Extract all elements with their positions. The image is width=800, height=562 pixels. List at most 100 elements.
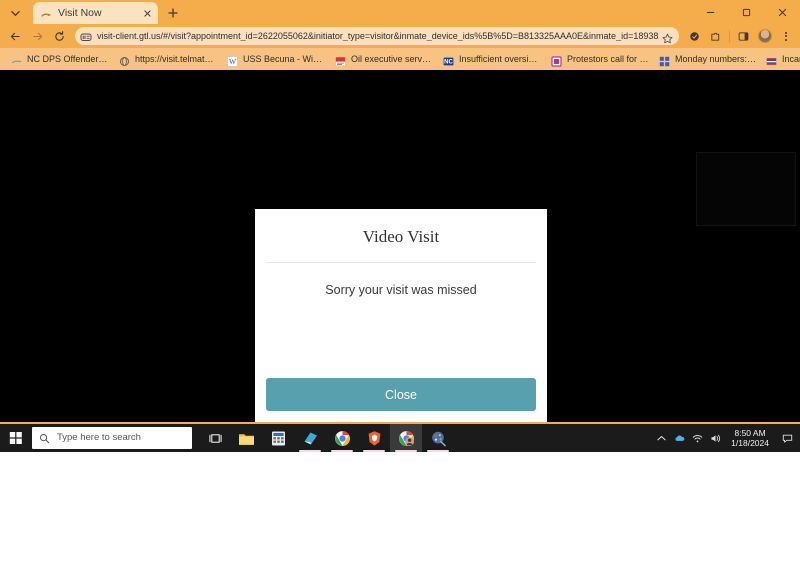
reload-button[interactable] [48, 26, 70, 46]
dialog-message: Sorry your visit was missed [325, 283, 477, 297]
taskbar-app-brave-browser[interactable] [358, 424, 390, 452]
svg-text:W: W [229, 57, 237, 66]
window-maximize-button[interactable] [728, 0, 764, 24]
side-panel-button[interactable] [733, 26, 754, 46]
chevron-down-icon [10, 10, 20, 16]
bookmark-label: Incarceration & Ree… [782, 54, 800, 64]
taskbar-app-calculator[interactable] [262, 424, 294, 452]
close-icon [143, 9, 151, 17]
chrome-menu-button[interactable] [775, 26, 796, 46]
wifi-icon [692, 434, 702, 442]
bookmark-item[interactable]: NC DPS Offender P… [6, 51, 114, 68]
notifications-button[interactable] [776, 424, 798, 452]
browser-window: Visit Now visit-client.gtl.us/#/visit?ap… [0, 0, 800, 452]
dialog-footer: Close [255, 378, 547, 422]
window-minimize-button[interactable] [692, 0, 728, 24]
bookmark-star-icon[interactable] [662, 31, 673, 43]
avatar [757, 29, 772, 43]
link-favicon [11, 54, 22, 65]
close-button[interactable]: Close [266, 378, 536, 411]
bookmark-item[interactable]: Monday numbers:… [654, 51, 761, 68]
side-panel-icon [738, 31, 749, 41]
paint-3d-icon [430, 430, 447, 447]
network-icon[interactable] [688, 424, 706, 452]
sticky-notes-icon [302, 430, 319, 447]
article-favicon [551, 54, 562, 67]
chrome-icon [334, 430, 351, 447]
speaker-icon [711, 434, 720, 442]
taskbar-app-chrome-profile[interactable] [390, 424, 422, 452]
bookmark-label: Oil executive served… [351, 54, 433, 64]
bookmark-item[interactable]: NC Insufficient oversigh… [438, 51, 546, 68]
nc-favicon: NC [443, 54, 454, 65]
taskbar-app-sticky-notes[interactable] [294, 424, 326, 452]
bookmarks-bar: NC DPS Offender P… https://visit.telmate… [0, 48, 800, 70]
clock[interactable]: 8:50 AM 1/18/2024 [724, 428, 776, 448]
arrow-right-icon [32, 32, 42, 40]
taskbar-app-paint-3d[interactable] [422, 424, 454, 452]
bookmark-label: https://visit.telmate… [135, 54, 217, 64]
start-button[interactable] [0, 424, 32, 452]
file-explorer-icon [238, 430, 255, 447]
search-icon [39, 433, 50, 443]
taskbar-app-file-explorer[interactable] [230, 424, 262, 452]
tab-title: Visit Now [58, 7, 102, 19]
maximize-icon [742, 8, 750, 16]
arrow-left-icon [10, 32, 20, 40]
task-view-button[interactable] [200, 424, 230, 452]
wikipedia-favicon: W [227, 54, 238, 67]
calculator-icon [270, 430, 287, 447]
windows-logo-icon [9, 432, 22, 444]
search-input[interactable]: Type here to search [32, 427, 192, 449]
bookmark-label: NC DPS Offender P… [27, 54, 109, 64]
show-hidden-icons-button[interactable] [652, 424, 670, 452]
svg-text:NC: NC [444, 59, 453, 65]
self-view-video [696, 152, 796, 226]
browser-toolbar: visit-client.gtl.us/#/visit?appointment_… [0, 24, 800, 48]
address-bar-url: visit-client.gtl.us/#/visit?appointment_… [97, 31, 659, 41]
taskbar-app-google-chrome[interactable] [326, 424, 358, 452]
extension-brave-icon[interactable] [684, 26, 705, 46]
chrome-profile-icon [398, 430, 415, 447]
windows-taskbar: Type here to search 8:50 AM 1/18/2024 [0, 424, 800, 452]
puzzle-icon [711, 32, 720, 41]
address-bar[interactable]: visit-client.gtl.us/#/visit?appointment_… [75, 27, 679, 45]
minimize-icon [706, 11, 714, 13]
bookmark-item[interactable]: Protestors call for N… [546, 51, 654, 68]
dialog-divider [266, 262, 536, 263]
site-favicon [41, 8, 52, 19]
news-favicon [335, 54, 346, 66]
three-dots-icon [784, 31, 787, 41]
tab-search-button[interactable] [2, 2, 28, 24]
tab-close-button[interactable] [140, 6, 154, 20]
forward-button[interactable] [26, 26, 48, 46]
window-controls [692, 0, 800, 24]
extensions-button[interactable] [705, 26, 726, 46]
site-settings-icon[interactable] [80, 30, 92, 42]
search-placeholder: Type here to search [57, 432, 141, 444]
bookmark-item[interactable]: Incarceration & Ree… [761, 51, 800, 68]
bookmark-item[interactable]: Oil executive served… [330, 51, 438, 68]
onedrive-icon[interactable] [670, 424, 688, 452]
back-button[interactable] [4, 26, 26, 46]
profile-button[interactable] [754, 26, 775, 46]
taskbar-apps [230, 424, 454, 452]
toolbar-divider [729, 29, 730, 43]
flag-favicon [766, 54, 777, 65]
clock-date: 1/18/2024 [731, 438, 769, 448]
close-icon [778, 8, 786, 16]
reload-icon [54, 30, 64, 41]
dialog-title: Video Visit [362, 227, 440, 246]
bookmark-label: Insufficient oversigh… [459, 54, 541, 64]
page-content: Video Visit Sorry your visit was missed … [0, 70, 800, 422]
globe-favicon [119, 54, 130, 66]
clock-time: 8:50 AM [734, 427, 766, 438]
notification-icon [782, 434, 792, 443]
video-visit-modal: Video Visit Sorry your visit was missed … [255, 209, 547, 422]
browser-tab-visit-now[interactable]: Visit Now [33, 2, 158, 24]
bookmark-item[interactable]: W USS Becuna - Wikip… [222, 51, 330, 68]
new-tab-button[interactable] [163, 3, 183, 23]
bookmark-item[interactable]: https://visit.telmate… [114, 51, 222, 68]
volume-icon[interactable] [706, 424, 724, 452]
window-close-button[interactable] [764, 0, 800, 24]
